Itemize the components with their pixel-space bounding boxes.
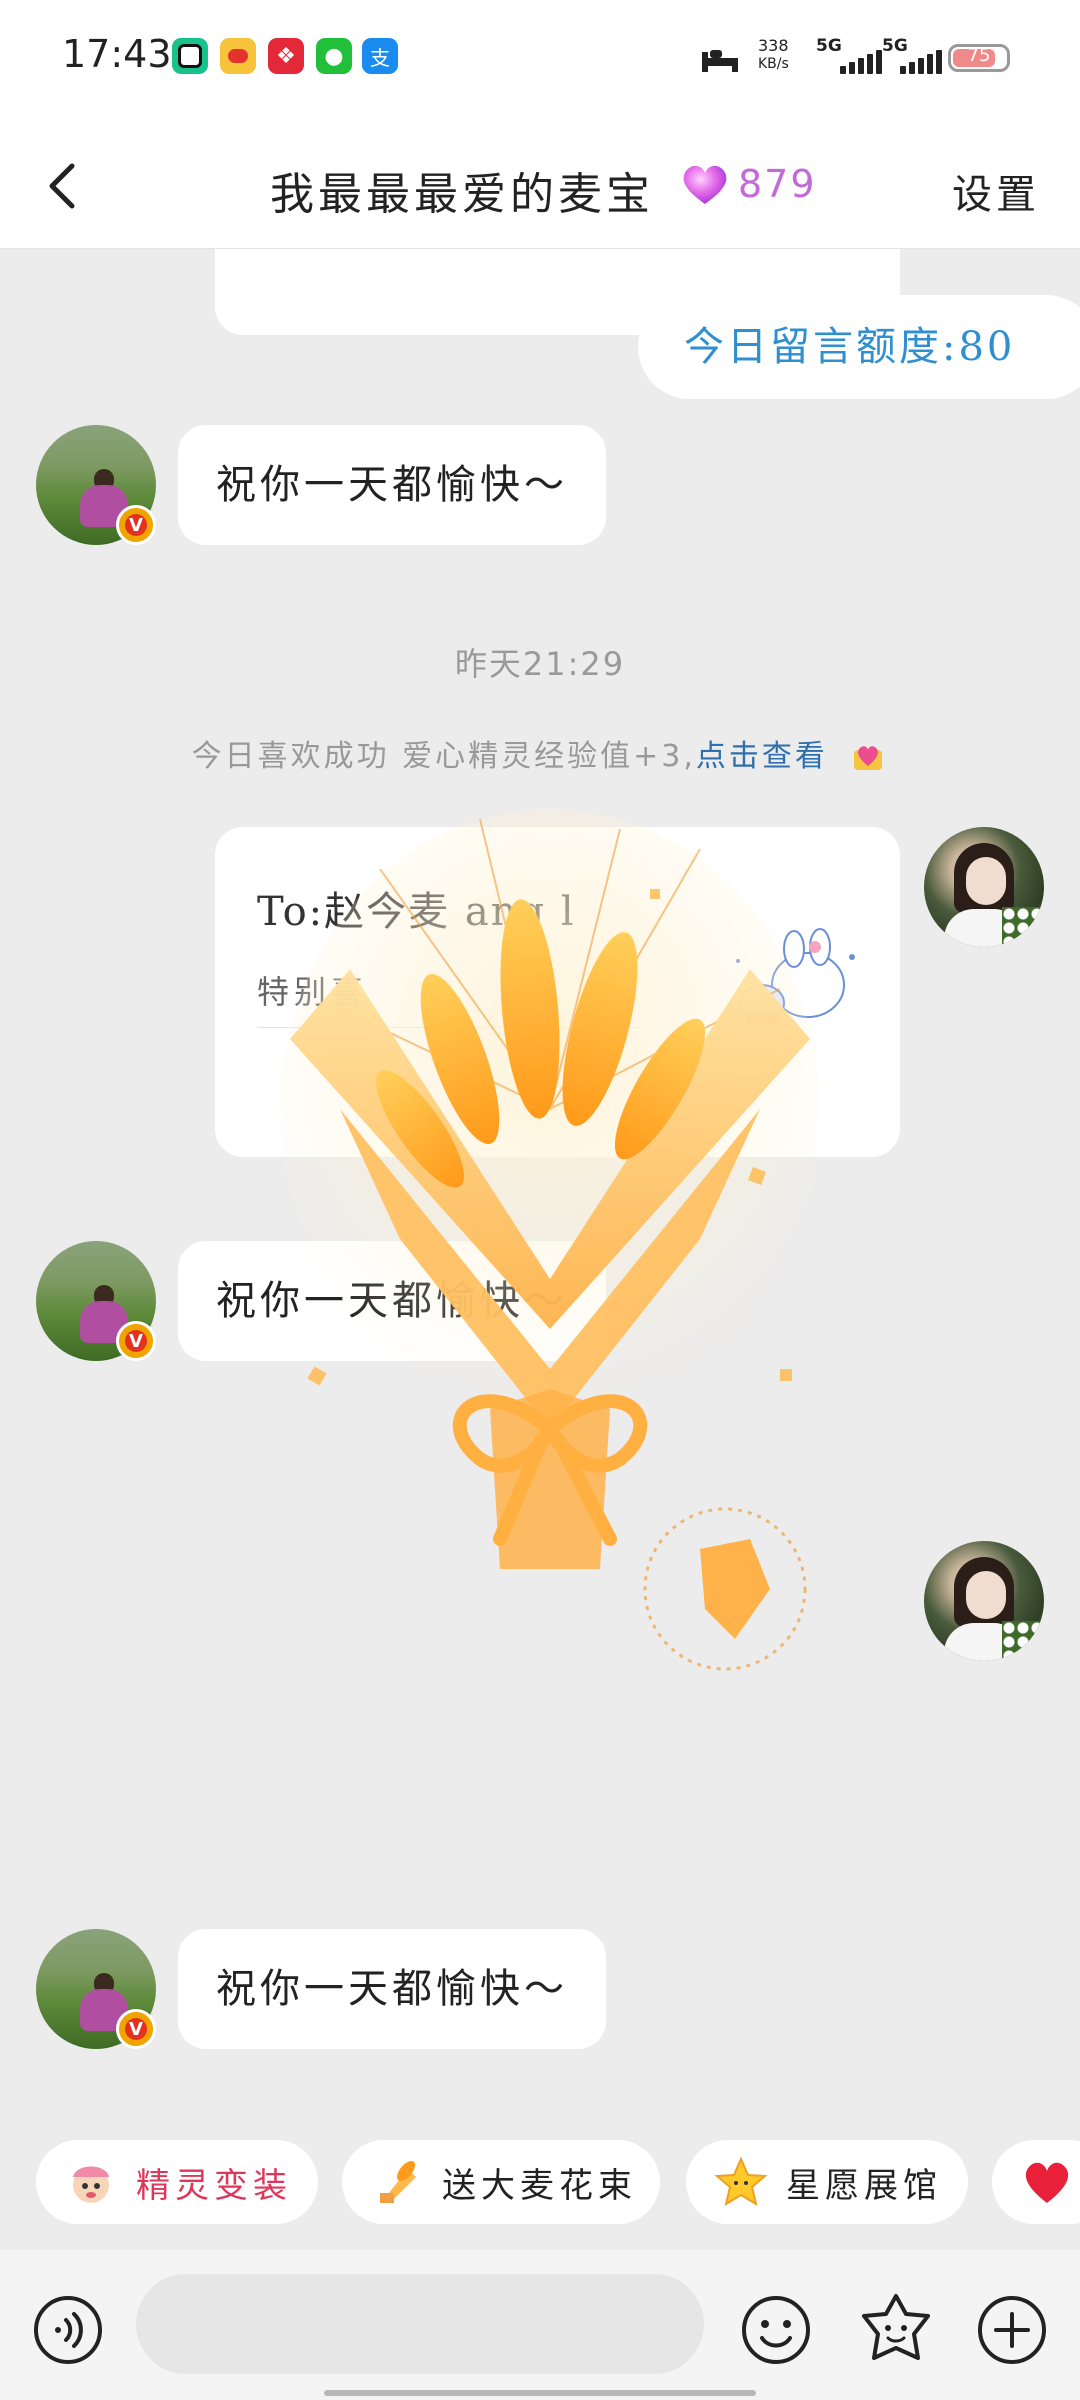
sprite-costume-label: 精灵变装 [136, 2165, 292, 2206]
wechat-icon: ● [316, 38, 352, 74]
heart-icon [1025, 2162, 1069, 2203]
home-indicator[interactable] [324, 2390, 756, 2396]
back-arrow-icon[interactable] [36, 156, 96, 216]
battery-level: 75 [967, 45, 991, 66]
heart-icon [683, 165, 727, 204]
sprite-icon [73, 2166, 109, 2203]
my-avatar[interactable] [924, 827, 1044, 947]
input-bar [0, 2250, 1080, 2400]
chat-title: 我最最最爱的麦宝 [270, 169, 654, 220]
verified-badge-icon: V [116, 1321, 156, 1361]
net-speed-unit: KB/s [758, 56, 789, 72]
star-icon [714, 2156, 768, 2207]
status-bar: 17:43 ❖ ● 支 338 KB/s 5G 5G 75 [0, 0, 1080, 120]
weibo-icon [220, 38, 256, 74]
signal1-icon [840, 50, 882, 74]
chat-area[interactable]: 今日留言额度:80 V 祝你一天都愉快～ 昨天21:29 今日喜欢成功 爱心精灵… [0, 249, 1080, 2129]
bed-icon [702, 50, 738, 72]
signal2-icon [900, 50, 942, 74]
voice-icon[interactable] [32, 2294, 104, 2366]
verified-badge-icon: V [116, 505, 156, 545]
system-note: 今日喜欢成功 爱心精灵经验值+3,点击查看 [0, 731, 1080, 776]
verified-badge-icon: V [116, 2009, 156, 2049]
send-bouquet-button[interactable]: 送大麦花束 [342, 2140, 660, 2224]
system-note-text: 今日喜欢成功 爱心精灵经验值+3, [191, 739, 696, 774]
send-bouquet-label: 送大麦花束 [442, 2165, 637, 2206]
message-quota-badge: 今日留言额度:80 [638, 295, 1080, 399]
heart-letter-icon [854, 745, 883, 770]
message-input[interactable] [136, 2274, 704, 2374]
wish-gallery-button[interactable]: 星愿展馆 [686, 2140, 968, 2224]
intimacy-count: 879 [738, 162, 817, 206]
battery-icon: 75 [948, 44, 1010, 72]
settings-button[interactable]: 设置 [952, 162, 1040, 220]
message-bubble[interactable]: 祝你一天都愉快～ [178, 1929, 606, 2049]
message-bubble[interactable]: 祝你一天都愉快～ [178, 425, 606, 545]
add-icon[interactable] [976, 2294, 1048, 2366]
status-time: 17:43 [62, 32, 172, 76]
more-action-button[interactable] [992, 2140, 1080, 2224]
app-notification-icon [172, 38, 208, 74]
wish-gallery-label: 星愿展馆 [786, 2165, 942, 2206]
chat-header: 我最最最爱的麦宝 879 设置 [0, 120, 1080, 249]
app-red-icon: ❖ [268, 38, 304, 74]
view-link[interactable]: 点击查看 [696, 739, 828, 774]
sprite-costume-button[interactable]: 精灵变装 [36, 2140, 318, 2224]
my-avatar[interactable] [924, 1541, 1044, 1661]
alipay-icon: 支 [362, 38, 398, 74]
message-timestamp: 昨天21:29 [454, 645, 626, 683]
sim1-label: 5G [816, 36, 842, 56]
quick-actions-bar: 精灵变装 送大麦花束 星愿展馆 [0, 2130, 1080, 2250]
emoji-icon[interactable] [740, 2294, 812, 2366]
wheat-icon [380, 2161, 416, 2203]
wheat-bouquet-animation [280, 809, 820, 1671]
sprite-face-icon[interactable] [858, 2290, 934, 2366]
net-speed-value: 338 [758, 36, 789, 55]
